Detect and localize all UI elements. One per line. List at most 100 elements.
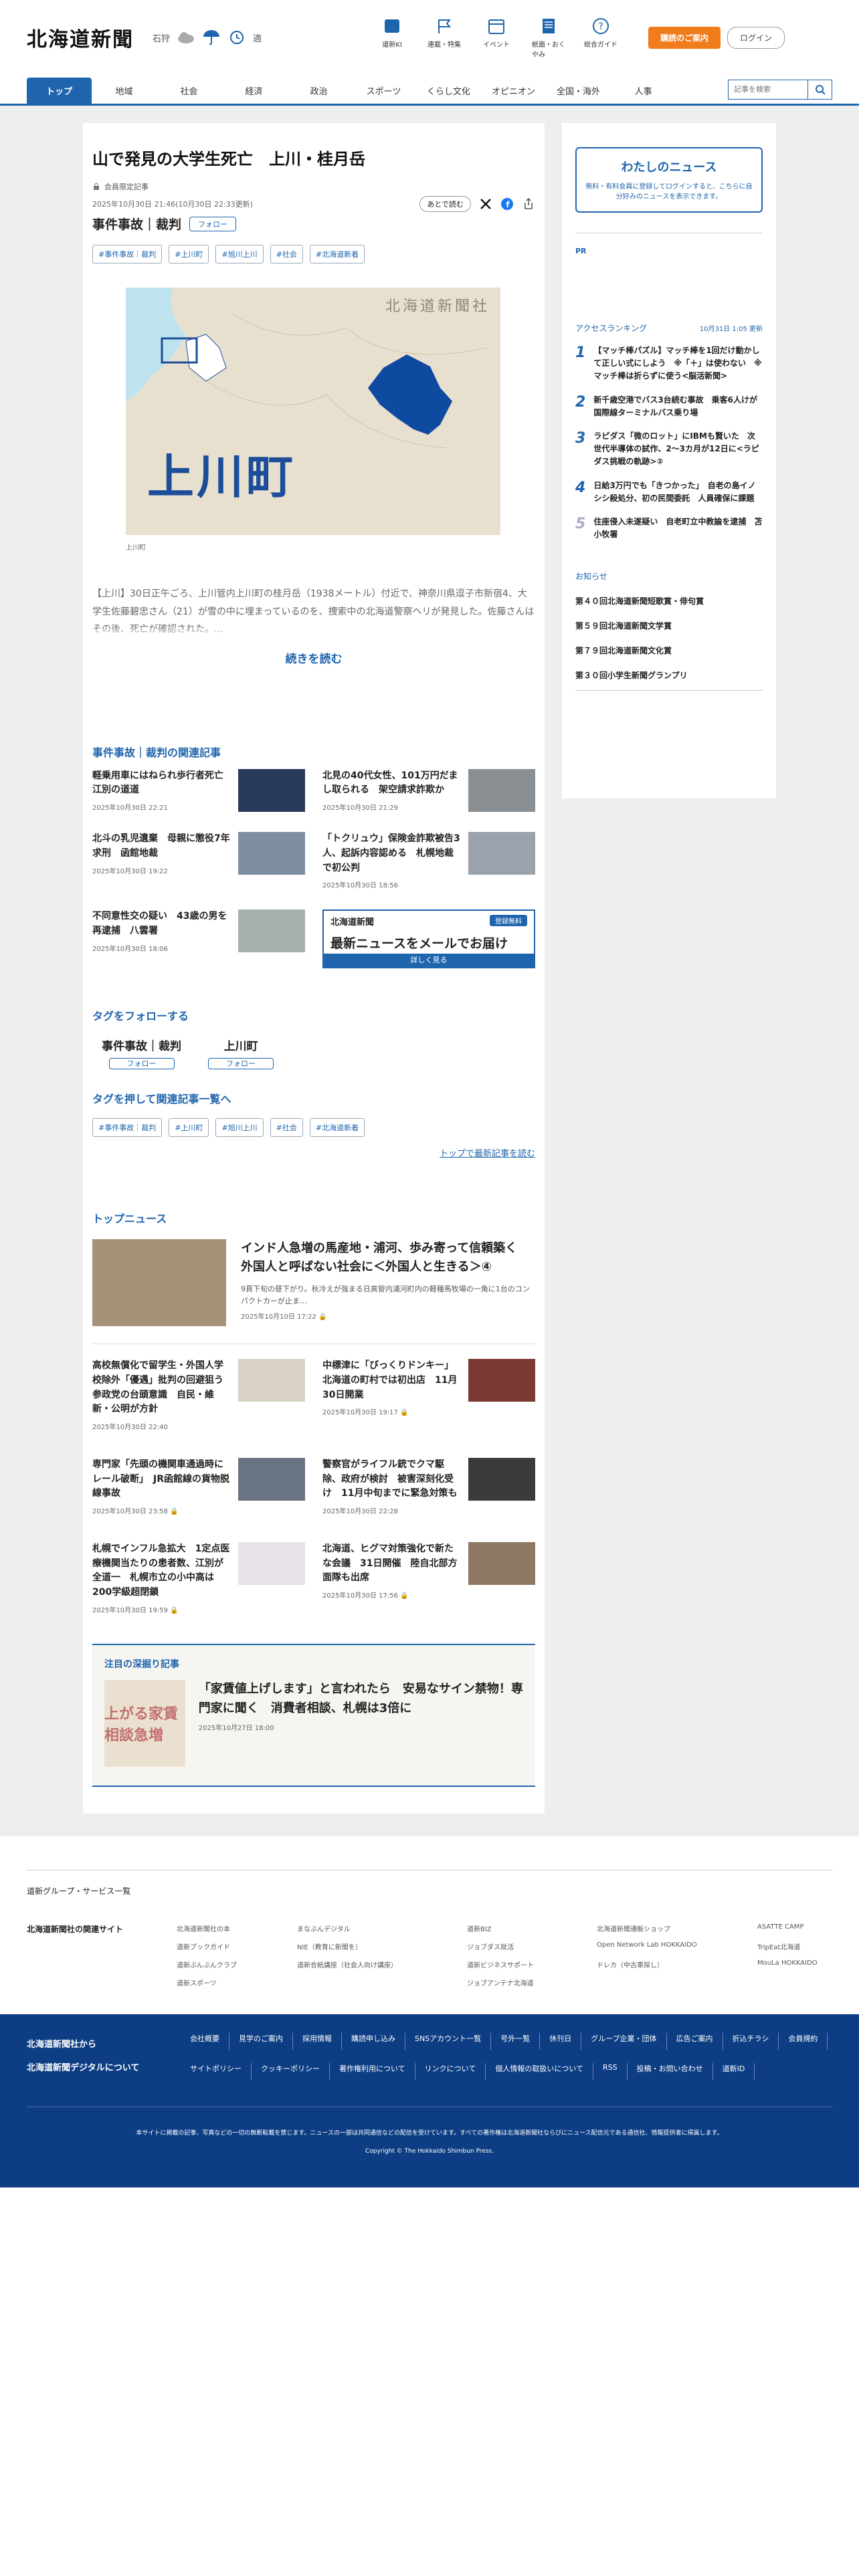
tag[interactable]: #北海道新着 [309, 245, 365, 263]
list-item[interactable]: 高校無償化で留学生・外国人学校除外「優遇」批判の回避狙う 参政党の台頭意識 自民… [92, 1359, 305, 1431]
weather-widget[interactable]: 石狩 適 [153, 30, 262, 45]
related-site-link[interactable]: 道新合紙講座（社会人向け講座） [297, 1959, 467, 1969]
tag[interactable]: #事件事故｜裁判 [92, 1118, 163, 1138]
follow-button[interactable]: フォロー [108, 1058, 175, 1070]
group-services-link[interactable]: 道新グループ・サービス一覧 [27, 1869, 832, 1897]
my-news-box[interactable]: わたしのニュース 無料・有料会員に登録してログインすると、こちらに自分好みのニュ… [575, 147, 763, 213]
footer-link[interactable]: 広告ご案内 [667, 2032, 723, 2050]
footer-link[interactable]: SNSアカウント一覧 [405, 2032, 492, 2050]
related-site-link[interactable]: 北海道新聞社の本 [177, 1923, 297, 1933]
footer-link[interactable]: 著作権利用について [330, 2062, 415, 2080]
ranking-item[interactable]: 1 【マッチ棒パズル】マッチ棒を1回だけ動かして正しい式にしよう ※「＋」は使わな… [575, 344, 763, 383]
tag[interactable]: #北海道新着 [309, 1118, 365, 1138]
subscribe-button[interactable]: 購読のご案内 [648, 26, 721, 49]
related-site-link[interactable]: MouLa HOKKAIDO [757, 1959, 824, 1969]
footer-link[interactable]: 投稿・お問い合わせ [628, 2062, 713, 2080]
related-site-link[interactable]: TripEat北海道 [757, 1941, 824, 1951]
related-site-link[interactable]: ジョブダス就活 [467, 1941, 597, 1951]
list-item[interactable]: 「トクリュウ」保険金詐欺被告3人、起訴内容認める 札幌地裁で初公判 2025年10… [322, 832, 535, 889]
nav-doshin-ki[interactable]: 道新KI [375, 17, 409, 59]
read-later-button[interactable]: あとで読む [419, 196, 471, 212]
x-icon[interactable] [479, 197, 492, 211]
share-icon[interactable] [522, 197, 535, 211]
tab-region[interactable]: 地域 [92, 78, 157, 104]
list-item[interactable]: 北海道、ヒグマ対策強化で新たな会議 31日開催 陸自北部方面隊も出席 2025年1… [322, 1542, 535, 1614]
latest-news-link[interactable]: トップで最新記事を読む [92, 1146, 535, 1159]
list-item[interactable]: 警察官がライフル銃でクマ駆除、政府が検討 被害深刻化受け 11月中旬までに緊急対… [322, 1457, 535, 1515]
footer-link[interactable]: 個人情報の取扱いについて [486, 2062, 594, 2080]
tab-culture[interactable]: くらし文化 [416, 78, 481, 104]
footer-link[interactable]: リンクについて [415, 2062, 486, 2080]
follow-button[interactable]: フォロー [208, 1058, 274, 1070]
article-category[interactable]: 事件事故｜裁判 [92, 215, 181, 233]
ranking-item[interactable]: 5 住座侵入未遂疑い 自老町立中教論を逮捕 苫小牧署 [575, 516, 763, 541]
related-site-link[interactable]: 北海道新聞通販ショップ [597, 1923, 757, 1933]
tab-sports[interactable]: スポーツ [351, 78, 416, 104]
newsletter-banner[interactable]: 北海道新聞 登録無料 最新ニュースをメールでお届け 詳しく見る [322, 909, 535, 969]
footer-link[interactable]: 道新ID [713, 2062, 755, 2080]
notice-item[interactable]: 第７９回北海道新聞文化賞 [575, 645, 763, 656]
site-logo[interactable]: 北海道新聞 [27, 23, 134, 52]
ranking-item[interactable]: 4 日給3万円でも「きつかった」 自老の島イノシシ殺処分、初の民間委託 人員確保に… [575, 479, 763, 505]
tag[interactable]: #社会 [270, 1118, 303, 1138]
top-news-lead[interactable]: インド人急増の馬産地・浦河、歩み寄って信頼築く 外国人と呼ばない社会に＜外国人と… [92, 1239, 535, 1327]
notice-item[interactable]: 第４０回北海道新聞短歌賞・俳句賞 [575, 595, 763, 607]
tab-personnel[interactable]: 人事 [611, 78, 676, 104]
footer-link[interactable]: RSS [593, 2062, 628, 2080]
search-input[interactable] [728, 80, 808, 100]
footer-link[interactable]: クッキーポリシー [252, 2062, 330, 2080]
notice-item[interactable]: 第５９回北海道新聞文学賞 [575, 620, 763, 631]
list-item[interactable]: 北斗の乳児遺棄 母親に懲役7年求刑 函館地裁 2025年10月30日 19:22 [92, 832, 305, 889]
related-site-link[interactable]: 道新ぶんぶんクラブ [177, 1959, 297, 1969]
footer-link[interactable]: 採用情報 [293, 2032, 342, 2050]
follow-button[interactable]: フォロー [189, 216, 237, 231]
login-button[interactable]: ログイン [727, 26, 785, 49]
nav-paper[interactable]: 紙面・おくやみ [532, 17, 565, 59]
footer-link[interactable]: 会社概要 [181, 2032, 229, 2050]
list-item[interactable]: 中標津に「びっくりドンキー」 北海道の町村では初出店 11月30日開業 2025年… [322, 1359, 535, 1431]
related-site-link[interactable]: ドレカ（中古車探し） [597, 1959, 757, 1969]
deep-dive-article[interactable]: 上がる家賃 相談急増 「家賃値上げします」と言われたら 安易なサイン禁物！専門家… [104, 1679, 523, 1767]
footer-link[interactable]: 見学のご案内 [229, 2032, 293, 2050]
list-item[interactable]: 北見の40代女性、101万円だまし取られる 架空請求詐欺か 2025年10月30日… [322, 768, 535, 812]
tag[interactable]: #社会 [270, 245, 303, 263]
related-site-link[interactable]: 道新ブックガイド [177, 1941, 297, 1951]
nav-guide[interactable]: ? 総合ガイド [584, 17, 617, 59]
ranking-title[interactable]: アクセスランキング [575, 322, 647, 334]
tag[interactable]: #事件事故｜裁判 [92, 245, 163, 263]
tab-top[interactable]: トップ [27, 78, 92, 104]
footer-link[interactable]: 休刊日 [540, 2032, 582, 2050]
footer-link[interactable]: 購読申し込み [342, 2032, 405, 2050]
deep-dive-title[interactable]: 注目の深掘り記事 [104, 1657, 523, 1671]
footer-link[interactable]: 会員規約 [779, 2032, 828, 2050]
nav-events[interactable]: イベント [480, 17, 513, 59]
facebook-icon[interactable]: f [500, 197, 514, 211]
related-site-link[interactable]: まなぶんデジタル [297, 1923, 467, 1933]
ranking-item[interactable]: 2 新千歳空港でバス3台続む事故 乗客6人けが 国際線ターミナルバス乗り場 [575, 394, 765, 419]
ranking-item[interactable]: 3 ラピダス「微のロット」にIBMも賢いた 次世代半導体の試作、2〜3カ月が12日… [575, 430, 763, 469]
footer-link[interactable]: 号外一覧 [491, 2032, 541, 2050]
read-more-link[interactable]: 続きを読む [92, 649, 535, 666]
tab-national[interactable]: 全国・海外 [546, 78, 611, 104]
footer-link[interactable]: グループ企業・団体 [581, 2032, 667, 2050]
related-site-link[interactable]: NIE（教育に新聞を） [297, 1941, 467, 1951]
tab-society[interactable]: 社会 [157, 78, 221, 104]
related-site-link[interactable]: 道新ビジネスサポート [467, 1959, 597, 1969]
tag[interactable]: #上川町 [169, 245, 209, 263]
list-item[interactable]: 札幌でインフル急拡大 1定点医療機関当たりの患者数、江別が全道一 札幌市立の小中… [92, 1542, 305, 1614]
list-item[interactable]: 軽乗用車にはねられ歩行者死亡 江別の道道 2025年10月30日 22:21 [92, 768, 305, 812]
nav-series[interactable]: 連載・特集 [427, 17, 461, 59]
related-site-link[interactable]: 道新BIZ [467, 1923, 597, 1933]
newsletter-details-button[interactable]: 詳しく見る [324, 954, 534, 968]
footer-link[interactable]: サイトポリシー [181, 2062, 252, 2080]
tab-politics[interactable]: 政治 [286, 78, 351, 104]
notice-item[interactable]: 第３０回小学生新聞グランプリ [575, 669, 763, 681]
related-site-link[interactable]: ジョブアンテナ北海道 [467, 1977, 597, 1988]
tag[interactable]: #旭川上川 [215, 245, 264, 263]
related-site-link[interactable]: 道新スポーツ [177, 1977, 297, 1988]
related-site-link[interactable]: ASATTE CAMP [757, 1923, 824, 1933]
list-item[interactable]: 専門家「先頭の機関車通過時にレール破断」 JR函館線の貨物脱線事故 2025年10… [92, 1457, 305, 1515]
tag[interactable]: #上川町 [169, 1118, 209, 1138]
list-item[interactable]: 不同意性交の疑い 43歳の男を再逮捕 八雲署 2025年10月30日 18:06 [92, 909, 305, 968]
footer-link[interactable]: 折込チラシ [723, 2032, 779, 2050]
